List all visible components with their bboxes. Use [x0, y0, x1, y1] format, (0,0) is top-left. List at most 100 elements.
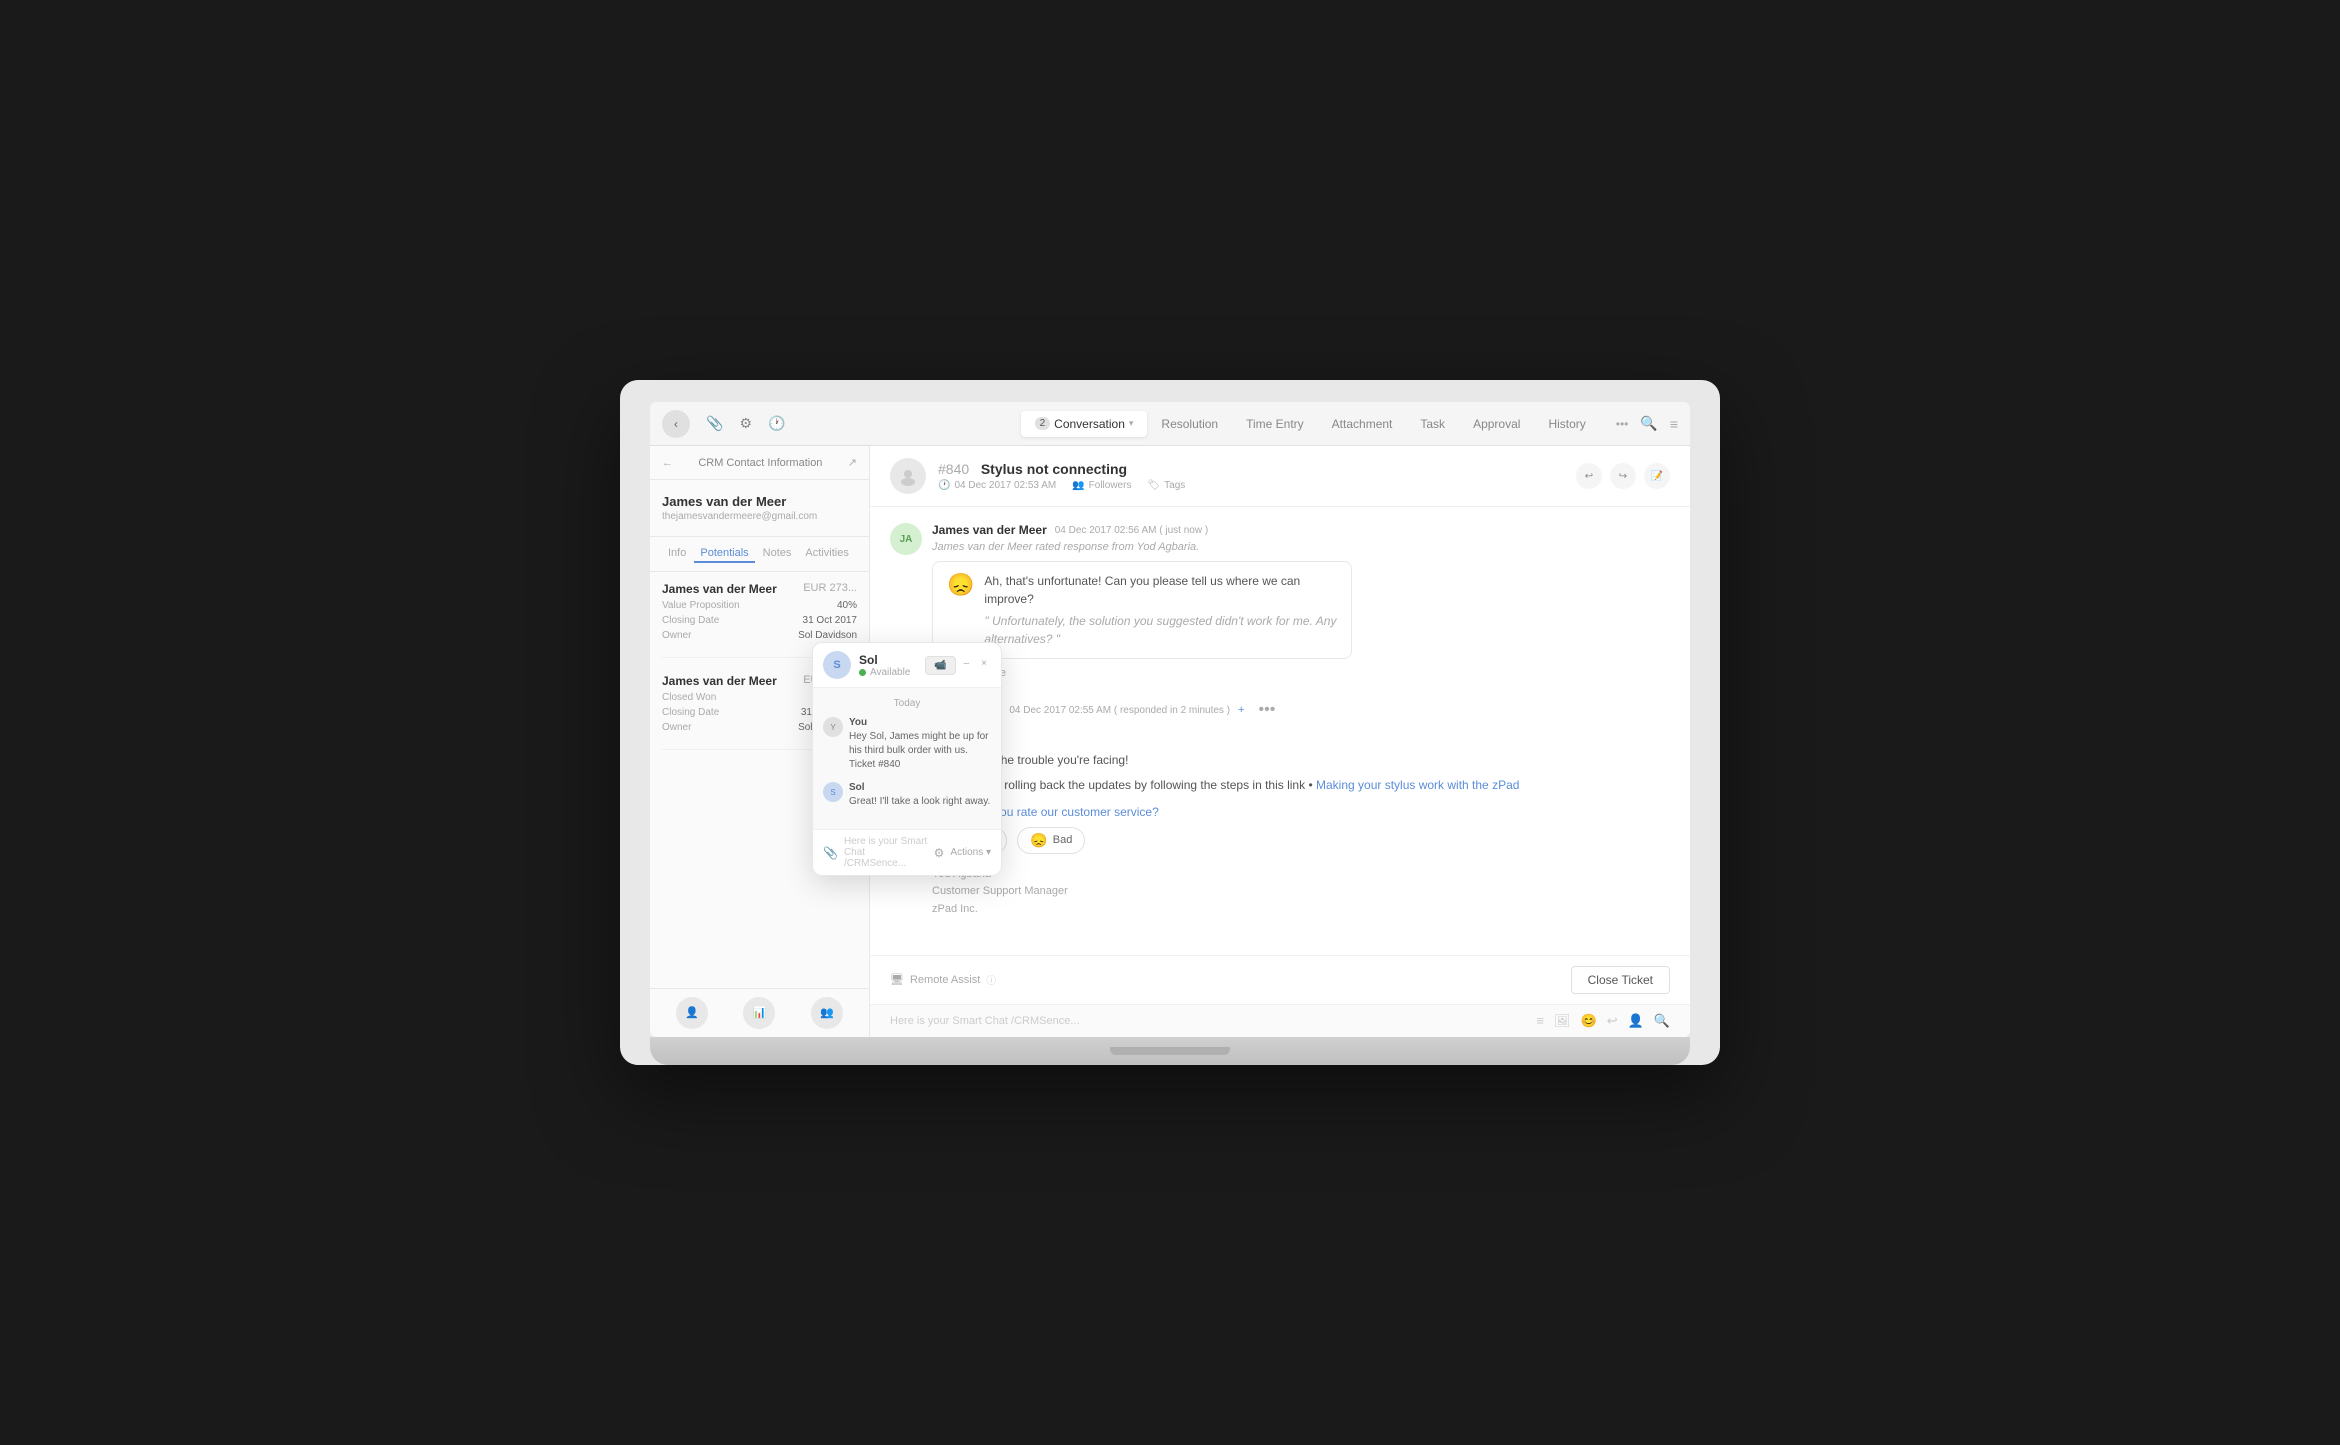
compose-bar: Here is your Smart Chat /CRMSence... ≡ 🖼… — [870, 1004, 1690, 1037]
sidebar-tabs: Info Potentials Notes Activities — [650, 537, 869, 572]
tab-resolution[interactable]: Resolution — [1147, 411, 1232, 437]
chat-msg-sol-text: Great! I'll take a look right away. — [849, 795, 991, 809]
reply-button[interactable]: ↩ — [1576, 463, 1602, 489]
chat-popup-footer: 📎 Here is your Smart Chat /CRMSence... ⚙… — [813, 829, 1001, 875]
ticket-avatar — [890, 458, 926, 494]
tab-attachment[interactable]: Attachment — [1318, 411, 1407, 437]
sidebar-back-button[interactable]: ← — [662, 457, 673, 469]
ticket-meta: 🕐 04 Dec 2017 02:53 AM 👥 Followers 🏷 Tag… — [938, 480, 1564, 491]
message-2-time: 04 Dec 2017 02:55 AM ( responded in 2 mi… — [1009, 705, 1230, 716]
agent-name: Yod Agbaria — [932, 866, 1670, 884]
nav-right-icons: ••• 🔍 ≡ — [1616, 415, 1678, 432]
response-main-text: Ah, that's unfortunate! Can you please t… — [984, 572, 1337, 608]
contact-email: thejamesvandermeere@gmail.com — [662, 511, 857, 522]
chat-msg-you-sender: You — [849, 717, 991, 728]
close-ticket-button[interactable]: Close Ticket — [1571, 966, 1670, 994]
potential-1-owner-value: Sol Davidson — [798, 630, 857, 641]
people-icon[interactable]: 👤 — [1628, 1013, 1644, 1029]
image-icon[interactable]: 🖼 — [1554, 1013, 1571, 1029]
show-response-link[interactable]: show response — [932, 667, 1670, 679]
video-call-button[interactable]: 📹 — [925, 656, 955, 675]
potential-1-vp-label: Value Proposition — [662, 600, 740, 611]
settings-icon[interactable]: ⚙ — [739, 415, 752, 432]
laptop-notch — [1110, 1047, 1230, 1055]
tab-task[interactable]: Task — [1406, 411, 1459, 437]
chat-msg-you-body: You Hey Sol, James might be up for his t… — [849, 717, 991, 772]
message-2-link[interactable]: Making your stylus work with the zPad — [1316, 778, 1519, 792]
menu-icon[interactable]: ≡ — [1670, 416, 1678, 432]
popup-close-button[interactable]: × — [977, 656, 991, 675]
undo-icon[interactable]: ↩ — [1607, 1013, 1618, 1029]
format-icon[interactable]: ≡ — [1536, 1013, 1544, 1029]
message-block-1: JA James van der Meer 04 Dec 2017 02:56 … — [890, 523, 1670, 679]
sidebar-tab-activities[interactable]: Activities — [799, 545, 854, 563]
message-2-content: Yod Agbaria 04 Dec 2017 02:55 AM ( respo… — [932, 699, 1670, 918]
calendar-icon: 🕐 — [938, 480, 950, 491]
tab-approval[interactable]: Approval — [1459, 411, 1534, 437]
forward-button[interactable]: ↪ — [1610, 463, 1636, 489]
note-button[interactable]: 📝 — [1644, 463, 1670, 489]
sidebar-icon-people[interactable]: 👥 — [811, 997, 843, 1029]
compose-icons: ≡ 🖼 😊 ↩ 👤 🔍 — [1536, 1013, 1670, 1029]
sidebar-tab-info[interactable]: Info — [662, 545, 692, 563]
back-button[interactable]: ‹ — [662, 410, 690, 438]
chat-msg-sol-avatar: S — [823, 782, 843, 802]
chat-popup-header: S Sol Available 📹 – × — [813, 643, 1001, 688]
followers-icon: 👥 — [1072, 480, 1084, 491]
chat-attach-icon[interactable]: 📎 — [823, 846, 838, 860]
remote-assist-info-icon: ⓘ — [986, 972, 996, 987]
chat-popup-name: Sol — [859, 653, 910, 667]
chat-msg-sol: S Sol Great! I'll take a look right away… — [823, 782, 991, 809]
sidebar-tab-notes[interactable]: Notes — [757, 545, 798, 563]
ticket-tags[interactable]: 🏷 Tags — [1147, 480, 1185, 491]
contact-name: James van der Meer — [662, 494, 857, 509]
chat-popup: S Sol Available 📹 – × — [812, 642, 1002, 876]
ticket-header: #840 Stylus not connecting 🕐 04 Dec 2017… — [870, 446, 1690, 507]
potential-2-status-label: Closed Won — [662, 692, 716, 703]
potential-1-owner-label: Owner — [662, 630, 691, 641]
chat-actions-dropdown[interactable]: Actions ▾ — [950, 847, 991, 858]
sidebar-tab-potentials[interactable]: Potentials — [694, 545, 754, 563]
chat-compose-input[interactable]: Here is your Smart Chat /CRMSence... — [844, 836, 928, 869]
response-emoji: 😞 — [947, 572, 974, 598]
remote-assist-icon: 🖥 — [890, 973, 904, 986]
rating-section: How would you rate our customer service?… — [932, 805, 1670, 854]
ticket-title: #840 Stylus not connecting — [938, 461, 1564, 477]
sidebar-icon-chart[interactable]: 📊 — [743, 997, 775, 1029]
pin-icon[interactable]: 📎 — [706, 415, 723, 432]
emoji-icon[interactable]: 😊 — [1581, 1013, 1597, 1029]
clock-icon[interactable]: 🕐 — [768, 415, 785, 432]
rating-buttons: 😊 Good 😞 Bad — [932, 827, 1670, 854]
rating-bad-button[interactable]: 😞 Bad — [1017, 827, 1085, 854]
chat-settings-icon[interactable]: ⚙ — [934, 846, 945, 860]
message-2-text: Hi James, Sorry about the trouble you're… — [932, 725, 1670, 795]
conversation-footer: 🖥 Remote Assist ⓘ Close Ticket — [870, 955, 1690, 1004]
sidebar-icon-person[interactable]: 👤 — [676, 997, 708, 1029]
sidebar-expand-icon[interactable]: ↗ — [848, 456, 857, 469]
tab-conversation[interactable]: 2 Conversation ▾ — [1021, 411, 1148, 437]
camera-icon: 📹 — [934, 660, 946, 671]
chat-popup-controls: 📹 – × — [925, 656, 991, 675]
potential-1-name: James van der Meer — [662, 582, 777, 596]
expand-time-icon[interactable]: + — [1238, 704, 1244, 716]
more-options-icon[interactable]: ••• — [1616, 417, 1629, 431]
chat-msg-you-text: Hey Sol, James might be up for his third… — [849, 730, 991, 772]
tab-time-entry[interactable]: Time Entry — [1232, 411, 1318, 437]
message-2-more-button[interactable]: ••• — [1252, 699, 1281, 721]
potential-1-amount: EUR 273... — [803, 582, 857, 596]
ticket-followers[interactable]: 👥 Followers — [1072, 480, 1131, 491]
message-1-content: James van der Meer 04 Dec 2017 02:56 AM … — [932, 523, 1670, 679]
contact-info: James van der Meer thejamesvandermeere@g… — [650, 480, 869, 537]
agent-signature: Yod Agbaria Customer Support Manager zPa… — [932, 866, 1670, 919]
remote-assist-button[interactable]: 🖥 Remote Assist ⓘ — [890, 972, 996, 987]
message-1-avatar: JA — [890, 523, 922, 555]
search-icon[interactable]: 🔍 — [1640, 415, 1657, 432]
search-compose-icon[interactable]: 🔍 — [1654, 1013, 1670, 1029]
potential-2-name: James van der Meer — [662, 674, 777, 688]
agent-company: zPad Inc. — [932, 901, 1670, 919]
chat-msg-sol-sender: Sol — [849, 782, 991, 793]
potential-2-owner-label: Owner — [662, 722, 691, 733]
popup-minimize-button[interactable]: – — [960, 656, 974, 675]
ticket-date: 🕐 04 Dec 2017 02:53 AM — [938, 480, 1056, 491]
tab-history[interactable]: History — [1534, 411, 1599, 437]
